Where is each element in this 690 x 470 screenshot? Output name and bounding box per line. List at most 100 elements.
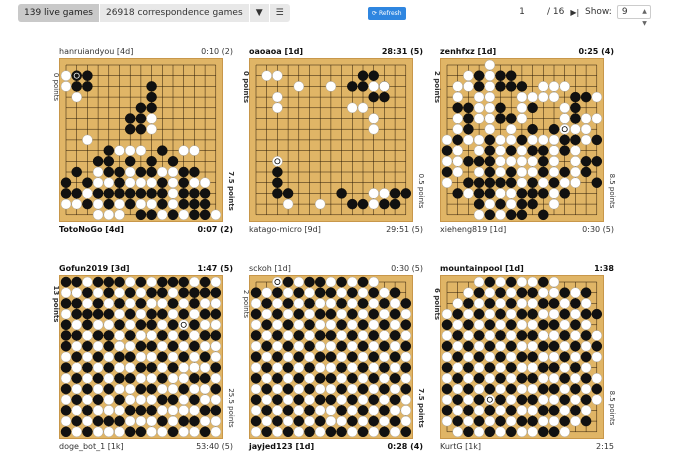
black-stone xyxy=(178,415,189,427)
white-stone xyxy=(60,394,72,405)
white-stone xyxy=(304,308,315,320)
white-player-name[interactable]: oaoaoa [1d] xyxy=(249,47,303,56)
black-player-name[interactable]: xieheng819 [1d] xyxy=(440,225,506,234)
black-stone xyxy=(538,188,549,199)
black-stone xyxy=(347,308,358,320)
game-preview[interactable]: oaoaoa [1d] 28:31 (5) 0 points 0.5 points ka… xyxy=(242,47,435,241)
white-stone xyxy=(272,276,283,288)
black-stone xyxy=(484,276,496,288)
game-preview[interactable]: hanruiandyou [4d] 0:10 (2) 0 points 7.5 poi… xyxy=(52,47,245,241)
white-stone xyxy=(484,373,496,384)
black-stone xyxy=(389,198,401,210)
white-player-clock: 0:10 (2) xyxy=(201,47,233,56)
white-stone xyxy=(114,426,125,438)
white-stone xyxy=(505,134,517,146)
tab-live-games[interactable]: 139 live games xyxy=(18,4,100,22)
white-stone xyxy=(357,287,369,298)
white-stone xyxy=(189,383,200,395)
page-number-input[interactable] xyxy=(509,4,535,20)
white-stone xyxy=(60,351,72,363)
black-stone xyxy=(60,405,72,416)
black-stone xyxy=(484,188,496,199)
white-player-name[interactable]: sckoh [1d] xyxy=(249,264,291,273)
white-stone xyxy=(559,102,570,114)
go-board[interactable] xyxy=(249,58,413,222)
white-stone xyxy=(272,319,283,331)
black-stone xyxy=(314,308,326,320)
black-stone xyxy=(189,209,200,221)
white-player-name[interactable]: hanruiandyou [4d] xyxy=(59,47,133,56)
black-stone xyxy=(473,188,485,199)
tab-correspondence-games[interactable]: 26918 correspondence games xyxy=(100,4,250,22)
white-stone xyxy=(178,426,189,438)
white-stone xyxy=(548,276,560,288)
white-stone xyxy=(282,198,294,210)
page-size-select[interactable]: 9 ▲ ▼ xyxy=(616,5,651,27)
black-stone xyxy=(495,394,506,405)
white-stone xyxy=(368,123,379,135)
white-stone xyxy=(157,319,168,331)
list-icon: ☰ xyxy=(275,8,284,18)
black-player-name[interactable]: TotoNoGo [4d] xyxy=(59,225,124,234)
black-player-name[interactable]: KurtG [1k] xyxy=(440,442,481,451)
white-stone xyxy=(452,123,463,135)
white-stone xyxy=(484,415,496,427)
black-stone xyxy=(261,298,272,309)
chevron-updown-icon: ▲ ▼ xyxy=(642,8,647,27)
go-board[interactable] xyxy=(59,58,223,222)
white-stone xyxy=(114,209,125,221)
white-stone xyxy=(293,81,305,92)
go-board[interactable] xyxy=(440,275,604,439)
white-stone xyxy=(505,123,517,135)
white-stone xyxy=(282,373,294,384)
game-preview[interactable]: Gofun2019 [3d] 1:47 (5) 13 points 25.5 poin… xyxy=(52,264,245,458)
black-stone xyxy=(178,383,189,395)
go-board[interactable] xyxy=(59,275,223,439)
white-stone xyxy=(538,394,549,405)
white-stone xyxy=(124,276,136,288)
refresh-button[interactable]: ⟳ Refresh xyxy=(368,7,406,20)
go-board[interactable] xyxy=(440,58,604,222)
white-stone xyxy=(282,330,294,341)
white-stone xyxy=(357,102,369,114)
black-stone xyxy=(135,166,147,178)
black-player-name[interactable]: doge_bot_1 [1k] xyxy=(59,442,124,451)
black-stone xyxy=(135,123,147,135)
black-stone xyxy=(336,340,347,352)
black-stone xyxy=(92,415,104,427)
list-view-button[interactable]: ☰ xyxy=(269,4,290,22)
black-stone xyxy=(282,383,294,395)
black-stone xyxy=(463,102,474,114)
go-board[interactable] xyxy=(249,275,413,439)
black-stone xyxy=(505,166,517,178)
black-stone xyxy=(357,298,369,309)
filter-button[interactable]: ▼ xyxy=(249,4,270,22)
white-stone xyxy=(135,330,147,341)
black-stone xyxy=(167,340,179,352)
black-stone xyxy=(325,330,337,341)
black-stone xyxy=(495,287,506,298)
white-player-name[interactable]: Gofun2019 [3d] xyxy=(59,264,130,273)
black-player-name[interactable]: katago-micro [9d] xyxy=(249,225,321,234)
white-stone xyxy=(178,319,189,331)
white-player-name[interactable]: mountainpool [1d] xyxy=(440,264,524,273)
game-preview[interactable]: zenhfxz [1d] 0:25 (4) 2 points 8.5 points xi… xyxy=(433,47,626,241)
black-stone xyxy=(484,362,496,373)
white-stone xyxy=(527,340,538,352)
white-stone xyxy=(441,177,453,188)
pagination: / 16 ▶| xyxy=(509,4,579,20)
white-player-name[interactable]: zenhfxz [1d] xyxy=(440,47,496,56)
white-stone xyxy=(368,405,379,416)
last-page-icon[interactable]: ▶| xyxy=(570,8,579,17)
white-stone xyxy=(368,319,379,331)
white-stone xyxy=(538,308,549,320)
black-player-name[interactable]: jayjed123 [1d] xyxy=(249,442,314,451)
white-stone xyxy=(516,102,528,114)
game-preview[interactable]: sckoh [1d] 0:30 (5) 2 points 7.5 points jayj… xyxy=(242,264,435,458)
game-preview[interactable]: mountainpool [1d] 1:38 6 points 8.5 points K… xyxy=(433,264,626,458)
black-stone xyxy=(389,287,401,298)
white-stone xyxy=(505,188,517,199)
white-stone xyxy=(135,177,147,188)
white-stone xyxy=(178,362,189,373)
white-stone xyxy=(178,340,189,352)
